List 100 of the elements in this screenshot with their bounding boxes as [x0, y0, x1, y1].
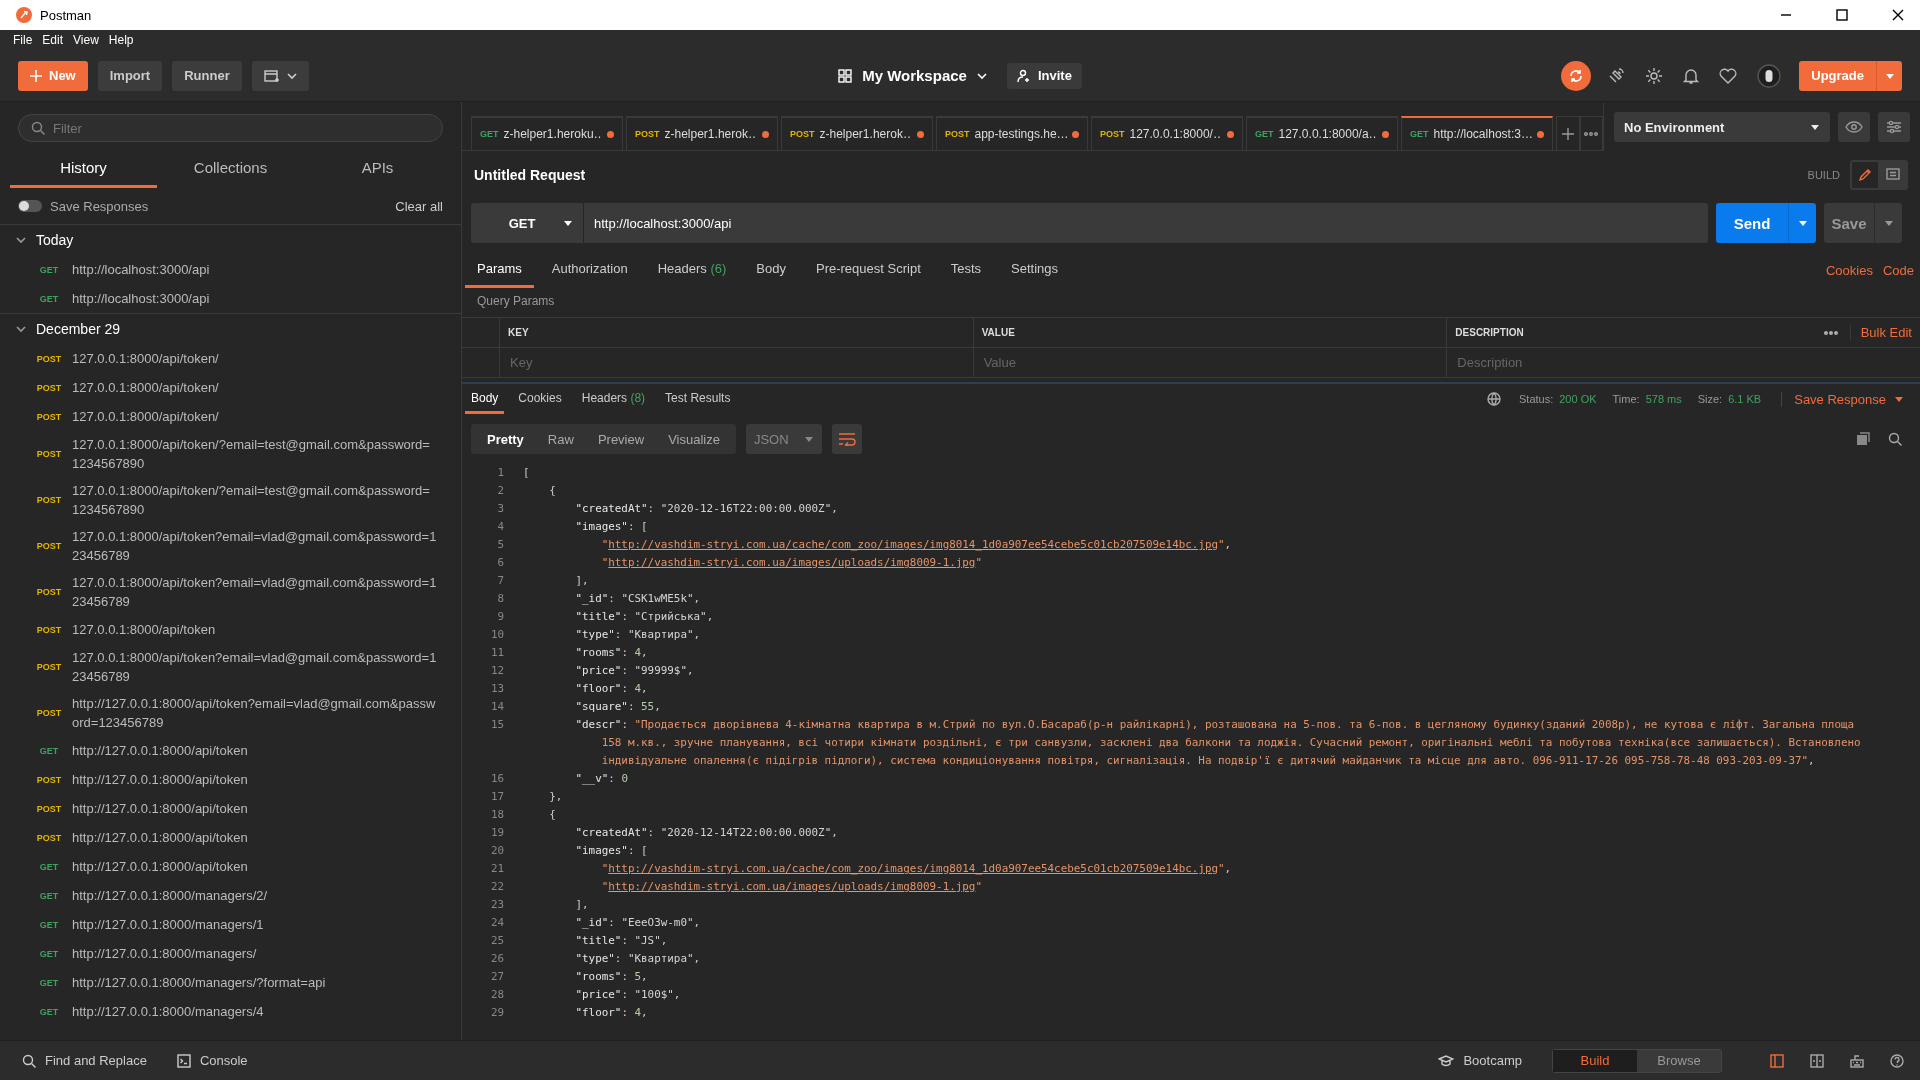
- history-url[interactable]: http://localhost:3000/api: [72, 260, 437, 279]
- request-tab[interactable]: GET z-helper1.heroku…: [471, 116, 623, 150]
- history-url[interactable]: http://127.0.0.1:8000/api/token: [72, 770, 437, 789]
- history-url[interactable]: 127.0.0.1:8000/api/token/: [72, 407, 437, 426]
- menu-item[interactable]: File: [8, 33, 38, 47]
- request-section-tab[interactable]: Settings: [999, 252, 1071, 288]
- bulk-edit-link[interactable]: Bulk Edit: [1849, 325, 1912, 340]
- sync-button[interactable]: [1561, 60, 1592, 91]
- code-link[interactable]: http://vashdim-stryi.com.ua/cache/com_zoo/images/img8014_1d0a907ee54cebe5c01cb207509e14bc.jpg: [608, 862, 1219, 875]
- view-tab[interactable]: Pretty: [475, 424, 536, 454]
- new-window-button[interactable]: [251, 60, 309, 91]
- filter-field[interactable]: Filter: [18, 114, 443, 142]
- code-link[interactable]: http://vashdim-stryi.com.ua/cache/com_zoo/images/img8014_1d0a907ee54cebe5c01cb207509e14bc.jpg: [608, 538, 1219, 551]
- request-section-tab[interactable]: Headers (6): [645, 252, 739, 288]
- code-link[interactable]: http://vashdim-stryi.com.ua/images/uploads/img8009-1.jpg: [608, 556, 976, 569]
- history-url[interactable]: 127.0.0.1:8000/api/token?email=vlad@gmail.com&password=123456789: [72, 527, 437, 565]
- edit-button[interactable]: [1852, 161, 1878, 188]
- settings-button[interactable]: [1878, 112, 1910, 142]
- keyboard-icon[interactable]: [1850, 1053, 1864, 1068]
- request-section-tab[interactable]: Pre-request Script: [804, 252, 933, 288]
- more-icon[interactable]: [1823, 330, 1838, 335]
- menu-item[interactable]: Edit: [37, 33, 69, 47]
- menu-item[interactable]: View: [68, 33, 104, 47]
- history-url[interactable]: 127.0.0.1:8000/api/token: [72, 620, 437, 639]
- history-url[interactable]: http://127.0.0.1:8000/managers/1: [72, 915, 437, 934]
- console-button[interactable]: Console: [176, 1053, 248, 1068]
- upgrade-menu-button[interactable]: [1876, 60, 1902, 91]
- request-tab[interactable]: POST z-helper1.herok…: [781, 116, 933, 150]
- toggle-switch[interactable]: [18, 200, 42, 212]
- menu-item[interactable]: Help: [103, 33, 139, 47]
- response-tab[interactable]: Body: [465, 384, 505, 414]
- history-url[interactable]: 127.0.0.1:8000/api/token/?email=test@gmail.com&password=1234567890: [72, 435, 437, 473]
- find-replace-button[interactable]: Find and Replace: [22, 1053, 147, 1068]
- history-url[interactable]: http://127.0.0.1:8000/managers/2/: [72, 886, 437, 905]
- satellite-icon[interactable]: [1607, 66, 1626, 85]
- request-tab[interactable]: POST z-helper1.herok…: [626, 116, 778, 150]
- history-url[interactable]: 127.0.0.1:8000/api/token/: [72, 378, 437, 397]
- settings-icon[interactable]: [1645, 66, 1664, 85]
- sidebar-tab[interactable]: History: [10, 150, 157, 188]
- workspace-switcher[interactable]: My Workspace: [838, 67, 987, 84]
- request-tab[interactable]: POST app-testings.he…: [936, 116, 1088, 150]
- new-tab-button[interactable]: [1556, 116, 1580, 150]
- history-group[interactable]: December 29: [0, 314, 461, 344]
- bootcamp-button[interactable]: Bootcamp: [1438, 1053, 1522, 1068]
- request-section-tab[interactable]: Body: [744, 252, 798, 288]
- history-url[interactable]: http://127.0.0.1:8000/managers/: [72, 944, 437, 963]
- save-response-button[interactable]: Save Response: [1781, 391, 1904, 407]
- request-link[interactable]: Cookies: [1815, 262, 1873, 278]
- history-url[interactable]: http://127.0.0.1:8000/api/token: [72, 741, 437, 760]
- request-section-tab[interactable]: Authorization: [539, 252, 640, 288]
- clear-all-button[interactable]: Clear all: [395, 198, 443, 214]
- eye-button[interactable]: [1838, 112, 1870, 142]
- columns-icon[interactable]: [1810, 1053, 1824, 1068]
- bell-icon[interactable]: [1683, 66, 1700, 85]
- sidebar-tab[interactable]: APIs: [304, 150, 451, 188]
- history-url[interactable]: 127.0.0.1:8000/api/token/: [72, 349, 437, 368]
- history-url[interactable]: http://127.0.0.1:8000/managers/?format=api: [72, 973, 437, 992]
- history-url[interactable]: http://127.0.0.1:8000/api/token: [72, 799, 437, 818]
- history-url[interactable]: http://127.0.0.1:8000/api/token: [72, 857, 437, 876]
- heart-icon[interactable]: [1719, 67, 1738, 84]
- history-url[interactable]: 127.0.0.1:8000/api/token/?email=test@gmail.com&password=1234567890: [72, 481, 437, 519]
- request-section-tab[interactable]: Tests: [938, 252, 994, 288]
- sidebar-tab[interactable]: Collections: [157, 150, 304, 188]
- view-tab[interactable]: Preview: [585, 424, 657, 454]
- request-tab[interactable]: GET 127.0.0.1:8000/a…: [1246, 116, 1398, 150]
- search-icon[interactable]: [1888, 432, 1902, 446]
- invite-button[interactable]: Invite: [1006, 62, 1082, 89]
- close-icon[interactable]: [1892, 9, 1904, 21]
- history-url[interactable]: http://127.0.0.1:8000/managers/4: [72, 1002, 437, 1021]
- request-section-tab[interactable]: Params: [465, 252, 534, 288]
- avatar-icon[interactable]: [1757, 63, 1782, 88]
- code-link[interactable]: http://vashdim-stryi.com.ua/images/uploads/img8009-1.jpg: [608, 880, 976, 893]
- response-tab[interactable]: Test Results: [659, 384, 737, 414]
- runner-button[interactable]: Runner: [172, 60, 242, 91]
- request-link[interactable]: Code: [1872, 262, 1914, 278]
- history-url[interactable]: 127.0.0.1:8000/api/token?email=vlad@gmail.com&password=123456789: [72, 573, 437, 611]
- view-tab[interactable]: Visualize: [656, 424, 732, 454]
- import-button[interactable]: Import: [97, 60, 163, 91]
- history-url[interactable]: http://localhost:3000/api: [72, 289, 437, 308]
- two-pane-icon[interactable]: [1770, 1053, 1784, 1068]
- view-tab[interactable]: Raw: [535, 424, 586, 454]
- mode-tab[interactable]: Browse: [1637, 1049, 1721, 1072]
- response-tab[interactable]: Headers (8): [575, 384, 652, 414]
- request-tab[interactable]: POST 127.0.0.1:8000/…: [1091, 116, 1243, 150]
- url-field[interactable]: http://localhost:3000/api: [584, 203, 1708, 243]
- wrap-lines-button[interactable]: [831, 424, 862, 454]
- table-input[interactable]: Description: [1455, 354, 1912, 371]
- history-url[interactable]: http://127.0.0.1:8000/api/token?email=vlad@gmail.com&password=123456789: [72, 694, 437, 732]
- table-input[interactable]: Value: [981, 354, 1439, 371]
- request-tab[interactable]: GET http://localhost:3…: [1401, 116, 1553, 150]
- history-url[interactable]: 127.0.0.1:8000/api/token?email=vlad@gmail.com&password=123456789: [72, 648, 437, 686]
- globe-icon[interactable]: [1487, 392, 1501, 406]
- maximize-icon[interactable]: [1836, 9, 1848, 21]
- history-group[interactable]: Today: [0, 225, 461, 255]
- environment-select[interactable]: No Environment: [1614, 112, 1830, 142]
- history-url[interactable]: http://127.0.0.1:8000/api/token: [72, 828, 437, 847]
- help-icon[interactable]: [1890, 1053, 1904, 1068]
- copy-icon[interactable]: [1856, 432, 1870, 446]
- table-input[interactable]: Key: [508, 354, 965, 371]
- response-tab[interactable]: Cookies: [512, 384, 568, 414]
